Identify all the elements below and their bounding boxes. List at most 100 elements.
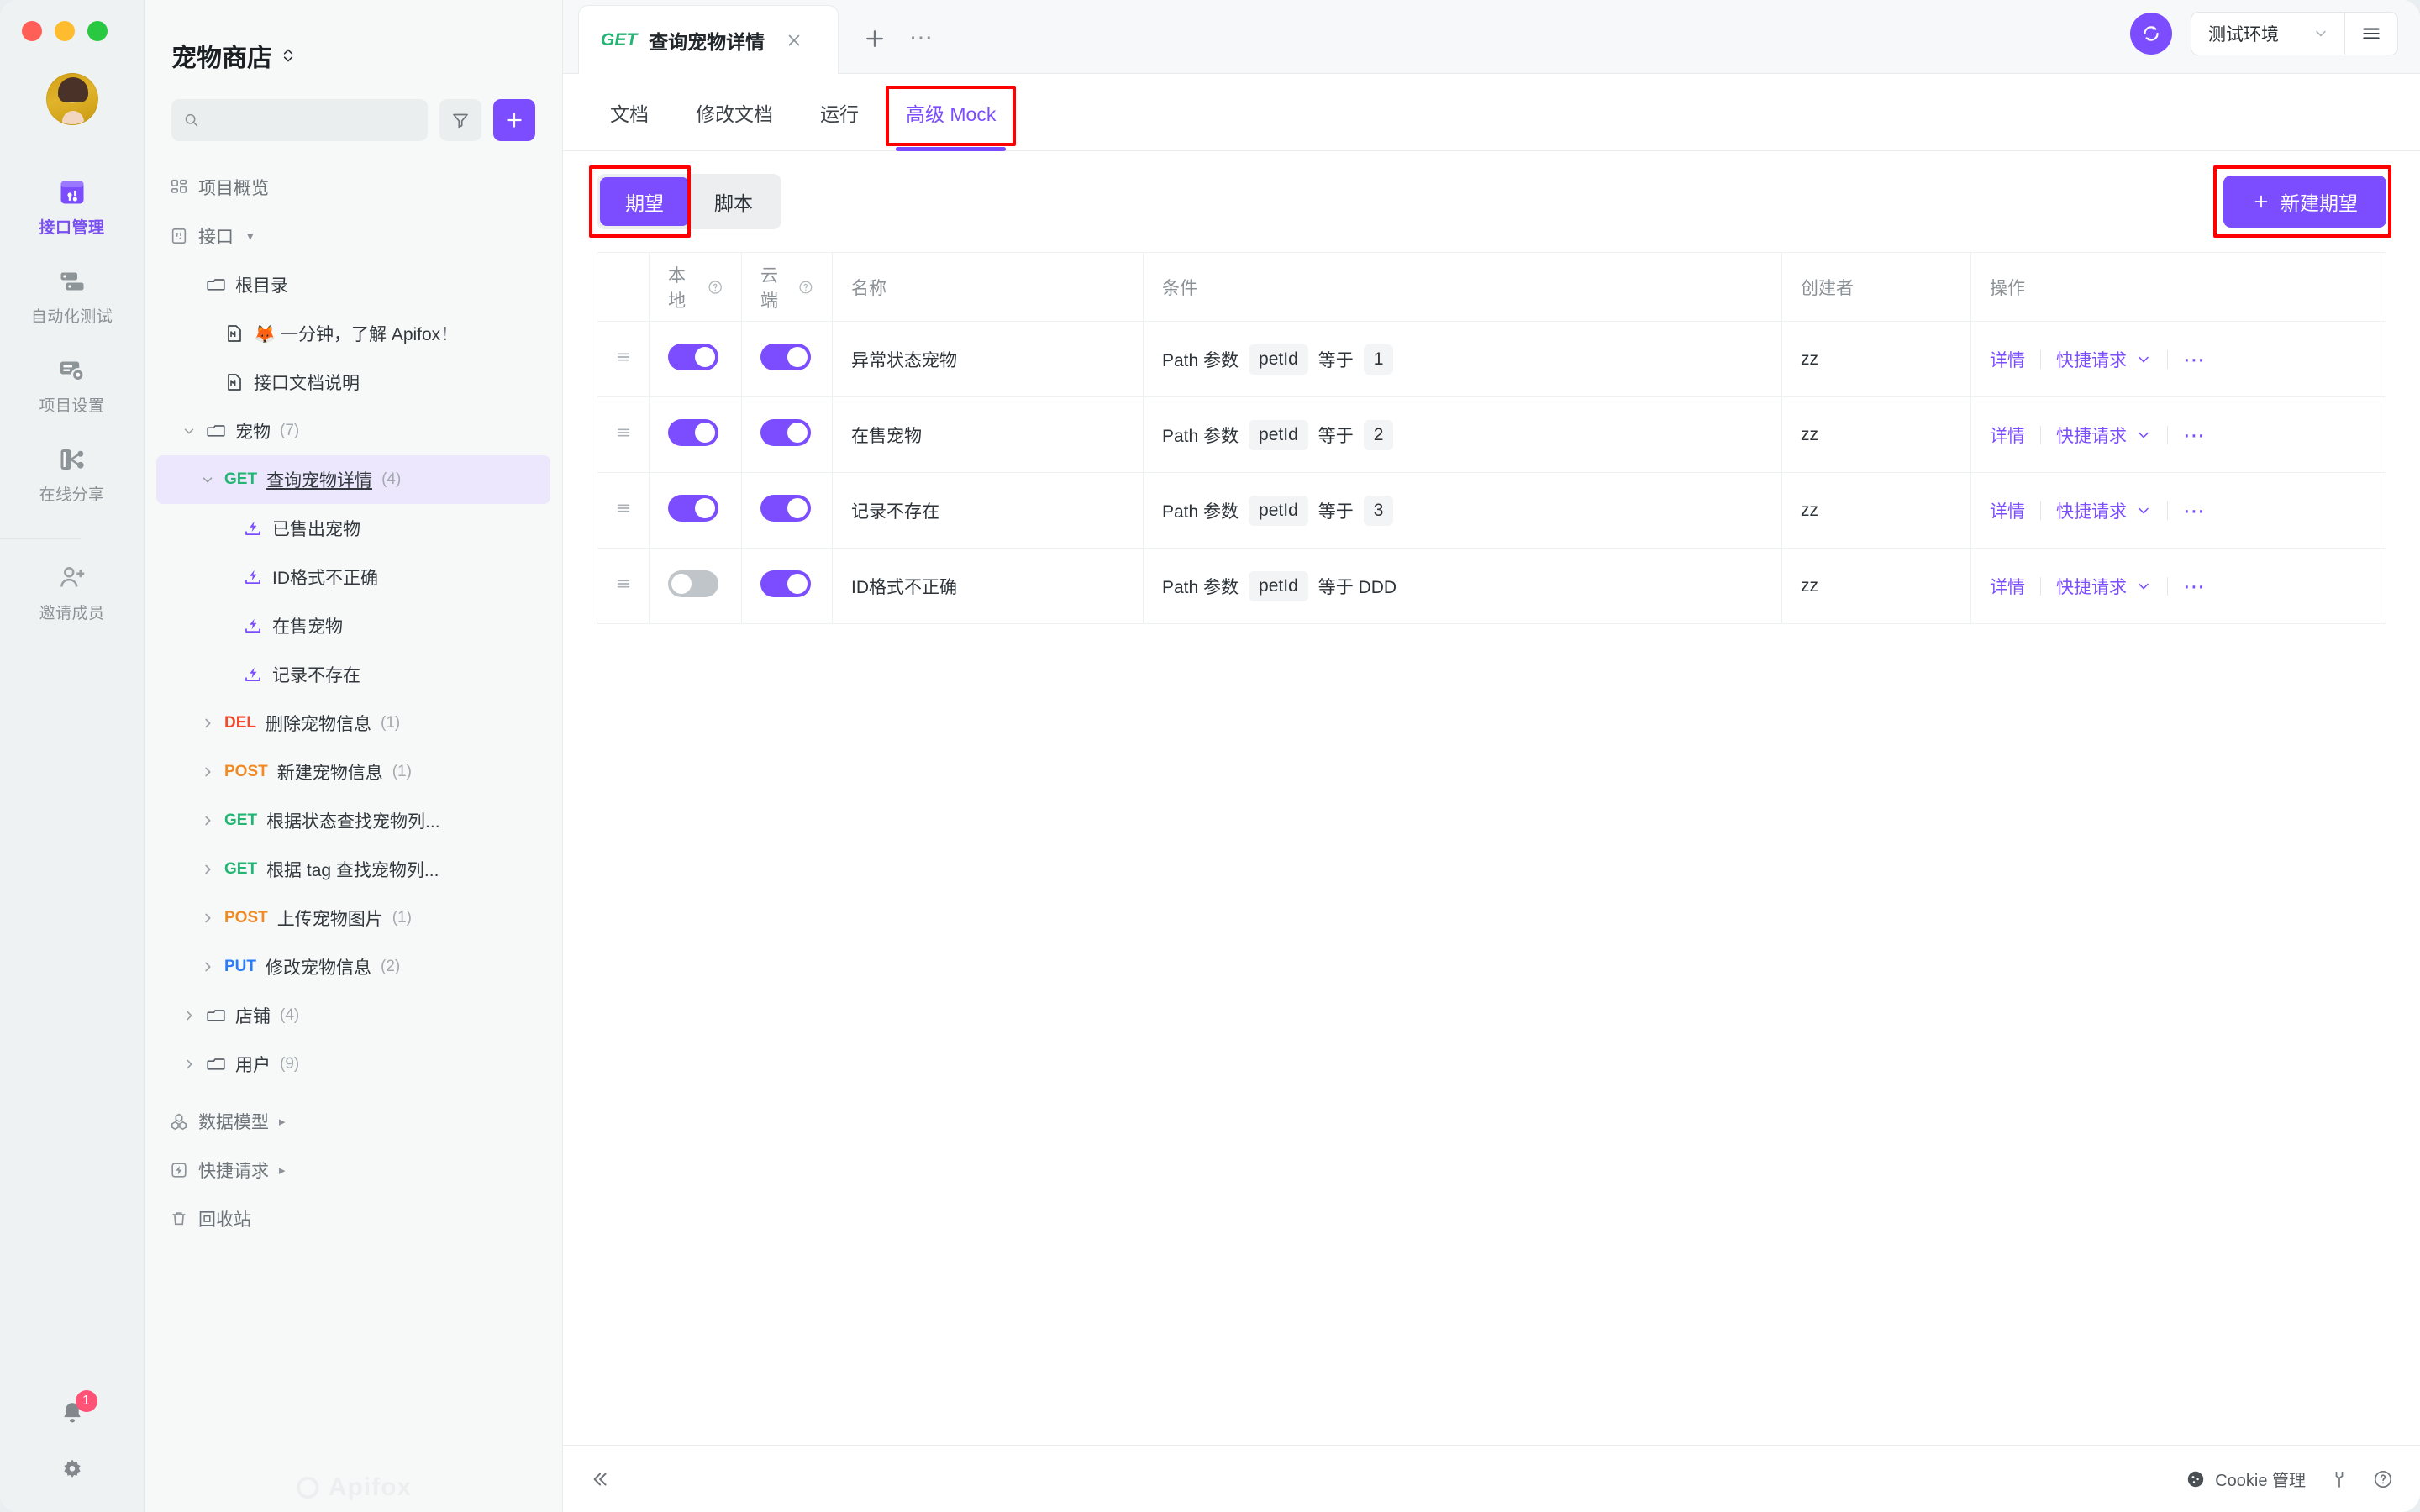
menu-button[interactable] [2345, 13, 2397, 55]
avatar[interactable] [46, 73, 98, 125]
cookie-manager-button[interactable]: Cookie 管理 [2186, 1467, 2306, 1491]
filter-button[interactable] [439, 99, 481, 141]
sidebar-item-data-model[interactable]: 数据模型 ▸ [156, 1097, 550, 1146]
chevron-right-icon[interactable] [200, 716, 215, 731]
tree-item-folder[interactable]: 店铺(4) [156, 991, 550, 1040]
table-row[interactable]: 在售宠物Path 参数petId等于2zz详情快捷请求⋯ [597, 397, 2386, 473]
local-toggle[interactable] [668, 344, 718, 370]
rail-item-project-settings[interactable]: 项目设置 [0, 342, 144, 431]
drag-handle-icon[interactable] [614, 348, 633, 371]
tree-item-del-api[interactable]: DEL删除宠物信息(1) [156, 699, 550, 748]
chevron-right-icon[interactable]: ▸ [279, 1114, 286, 1129]
tab-edit-document[interactable]: 修改文档 [672, 74, 797, 150]
drag-handle-icon[interactable] [614, 575, 633, 598]
chevron-down-icon[interactable] [200, 472, 215, 487]
chevron-right-icon[interactable] [200, 862, 215, 877]
detail-link[interactable]: 详情 [1990, 574, 2025, 599]
tree-item-folder[interactable]: 根目录 [156, 260, 550, 309]
chevron-right-icon[interactable] [182, 1008, 197, 1023]
row-more-button[interactable]: ⋯ [2183, 354, 2207, 365]
add-button[interactable] [493, 99, 535, 141]
tree-item-get-api[interactable]: GET查询宠物详情(4) [156, 455, 550, 504]
sidebar-item-api[interactable]: 接口 ▾ [156, 212, 550, 260]
tree-item-mock[interactable]: ID格式不正确 [156, 553, 550, 601]
tab-advanced-mock[interactable]: 高级 Mock [882, 74, 1019, 150]
tree-item-put-api[interactable]: PUT修改宠物信息(2) [156, 942, 550, 991]
cloud-toggle[interactable] [760, 570, 811, 597]
segment-expectation[interactable]: 期望 [600, 177, 689, 226]
local-toggle[interactable] [668, 495, 718, 522]
tab-more-button[interactable]: ⋯ [909, 24, 934, 51]
close-icon[interactable] [785, 31, 803, 50]
gear-icon[interactable] [58, 1457, 87, 1485]
chevron-down-icon[interactable] [2135, 578, 2152, 595]
table-row[interactable]: 异常状态宠物Path 参数petId等于1zz详情快捷请求⋯ [597, 322, 2386, 397]
cloud-toggle[interactable] [760, 419, 811, 446]
cloud-toggle[interactable] [760, 344, 811, 370]
rail-item-invite-member[interactable]: 邀请成员 [0, 549, 144, 638]
row-drag-cell[interactable] [597, 473, 650, 549]
help-circle-icon[interactable] [798, 279, 813, 296]
chevron-down-icon[interactable] [2135, 351, 2152, 368]
close-window-button[interactable] [22, 21, 42, 41]
tab-query-pet-detail[interactable]: GET 查询宠物详情 [578, 5, 839, 74]
chevron-down-icon[interactable] [2135, 502, 2152, 519]
row-more-button[interactable]: ⋯ [2183, 505, 2207, 517]
rail-item-api-management[interactable]: 接口管理 [0, 164, 144, 253]
search-box[interactable] [171, 99, 428, 141]
drag-handle-icon[interactable] [614, 423, 633, 447]
chevron-right-icon[interactable] [200, 911, 215, 926]
tab-run[interactable]: 运行 [797, 74, 882, 150]
rail-item-online-share[interactable]: 在线分享 [0, 431, 144, 520]
search-input[interactable] [208, 111, 416, 129]
row-drag-cell[interactable] [597, 397, 650, 473]
quick-request-link[interactable]: 快捷请求 [2056, 423, 2127, 448]
detail-link[interactable]: 详情 [1990, 347, 2025, 372]
table-row[interactable]: ID格式不正确Path 参数petId等于 DDDzz详情快捷请求⋯ [597, 549, 2386, 624]
environment-select[interactable]: 测试环境 [2191, 13, 2344, 55]
tree-item-folder[interactable]: 用户(9) [156, 1040, 550, 1089]
window-controls[interactable] [22, 21, 108, 41]
tree-item-post-api[interactable]: POST上传宠物图片(1) [156, 894, 550, 942]
help-circle-icon[interactable] [708, 279, 723, 296]
row-more-button[interactable]: ⋯ [2183, 429, 2207, 441]
quick-request-link[interactable]: 快捷请求 [2056, 347, 2127, 372]
detail-link[interactable]: 详情 [1990, 498, 2025, 523]
local-toggle[interactable] [668, 419, 718, 446]
sync-button[interactable] [2130, 13, 2172, 55]
tree-item-mock[interactable]: 在售宠物 [156, 601, 550, 650]
table-row[interactable]: 记录不存在Path 参数petId等于3zz详情快捷请求⋯ [597, 473, 2386, 549]
collapse-left-icon[interactable] [588, 1468, 610, 1490]
minimize-window-button[interactable] [55, 21, 75, 41]
new-tab-button[interactable] [862, 26, 887, 51]
maximize-window-button[interactable] [87, 21, 108, 41]
tree-item-folder[interactable]: 宠物(7) [156, 407, 550, 455]
local-toggle[interactable] [668, 570, 718, 597]
cloud-toggle[interactable] [760, 495, 811, 522]
tree-item-post-api[interactable]: POST新建宠物信息(1) [156, 748, 550, 796]
chevron-right-icon[interactable] [200, 959, 215, 974]
chevron-right-icon[interactable] [182, 1057, 197, 1072]
chevron-right-icon[interactable] [200, 764, 215, 780]
wrench-icon[interactable] [2329, 1469, 2349, 1489]
tree-item-get-api[interactable]: GET根据 tag 查找宠物列... [156, 845, 550, 894]
new-expectation-button[interactable]: 新建期望 [2223, 176, 2386, 228]
chevron-down-icon[interactable] [182, 423, 197, 438]
notifications-button[interactable]: 1 [58, 1399, 87, 1428]
tree-item-mock[interactable]: 记录不存在 [156, 650, 550, 699]
sidebar-item-trash[interactable]: 回收站 [156, 1194, 550, 1243]
chevron-down-icon[interactable]: ▾ [247, 228, 254, 244]
detail-link[interactable]: 详情 [1990, 423, 2025, 448]
tree-item-doc[interactable]: 接口文档说明 [156, 358, 550, 407]
tree-item-mock[interactable]: 已售出宠物 [156, 504, 550, 553]
tab-document[interactable]: 文档 [587, 74, 672, 150]
drag-handle-icon[interactable] [614, 499, 633, 522]
sidebar-item-overview[interactable]: 项目概览 [156, 163, 550, 212]
chevron-right-icon[interactable]: ▸ [279, 1163, 286, 1178]
sidebar-item-quick-request[interactable]: 快捷请求 ▸ [156, 1146, 550, 1194]
help-circle-icon[interactable] [2373, 1469, 2393, 1489]
segment-script[interactable]: 脚本 [689, 177, 778, 226]
row-more-button[interactable]: ⋯ [2183, 580, 2207, 592]
tree-item-get-api[interactable]: GET根据状态查找宠物列... [156, 796, 550, 845]
quick-request-link[interactable]: 快捷请求 [2056, 498, 2127, 523]
